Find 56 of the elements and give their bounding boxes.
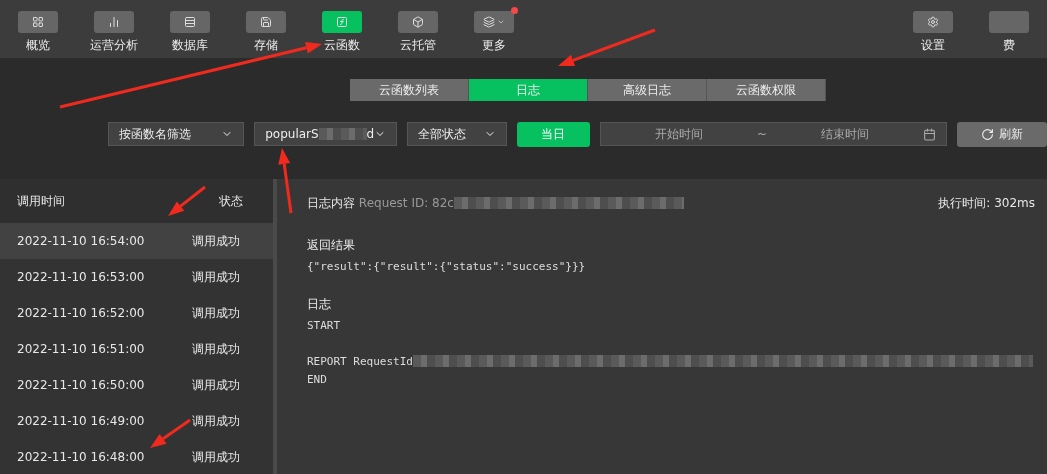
layers-icon [483,16,495,28]
nav-button[interactable] [322,11,362,33]
nav-label: 运营分析 [90,37,138,54]
call-row[interactable]: 2022-11-10 16:52:00 调用成功 [0,295,273,331]
status-select[interactable]: 全部状态 [407,122,507,146]
column-header: 状态 [219,192,243,210]
nav-label: 云函数 [324,37,360,54]
call-row[interactable]: 2022-11-10 16:54:00 调用成功 [0,223,273,259]
nav-button[interactable] [246,11,286,33]
nav-label: 数据库 [172,37,208,54]
nav-button[interactable] [398,11,438,33]
tab[interactable]: 云函数权限 [706,79,826,101]
annotation-arrow [168,185,206,216]
function-select[interactable]: popularS d [254,122,398,146]
call-row[interactable]: 2022-11-10 16:51:00 调用成功 [0,331,273,367]
nav-label: 概览 [26,37,50,54]
function-filter-select[interactable]: 按函数名筛选 [108,122,245,146]
annotation-arrow [278,148,293,214]
log-title: 日志内容 Request ID: 82c [307,194,684,212]
function-icon [336,16,348,28]
tab[interactable]: 云函数列表 [349,79,469,101]
bar-chart-icon [108,16,120,28]
grid-icon [32,16,44,28]
call-row[interactable]: 2022-11-10 16:53:00 调用成功 [0,259,273,295]
duration-text: 执行时间: 302ms [938,194,1035,212]
nav-label: 存储 [254,37,278,54]
log-line: START [307,318,341,332]
nav-button[interactable] [18,11,58,33]
refresh-icon [981,127,994,141]
refresh-button[interactable]: 刷新 [957,121,1047,147]
annotation-arrow [150,418,191,448]
nav-button[interactable] [913,11,953,33]
nav-label: 更多 [482,37,506,54]
call-row[interactable]: 2022-11-10 16:49:00 调用成功 [0,403,273,439]
nav-button[interactable] [474,11,514,33]
nav-label: 云托管 [400,37,436,54]
function-name-start: popularS [265,127,319,141]
settings-icon [927,16,939,28]
column-header: 调用时间 [17,192,65,210]
nav-button[interactable] [170,11,210,33]
tab[interactable]: 高级日志 [587,79,707,101]
table-icon [184,16,196,28]
call-row[interactable]: 2022-11-10 16:50:00 调用成功 [0,367,273,403]
nav-button[interactable] [94,11,134,33]
call-row[interactable]: 2022-11-10 16:48:00 调用成功 [0,439,273,474]
log-line: REPORT RequestId [307,354,413,368]
cube-icon [412,16,424,28]
calendar-icon [923,127,936,141]
function-name-end: d [366,127,375,141]
nav-label: 设置 [921,37,945,54]
log-line: END [307,372,327,386]
date-range-field[interactable]: 开始时间 ~ 结束时间 [600,122,947,146]
section-title: 返回结果 [307,237,355,254]
section-title: 日志 [307,296,331,313]
nav-label: 费 [1003,37,1015,54]
log-line: {"result":{"result":{"status":"success"}}} [307,259,586,273]
